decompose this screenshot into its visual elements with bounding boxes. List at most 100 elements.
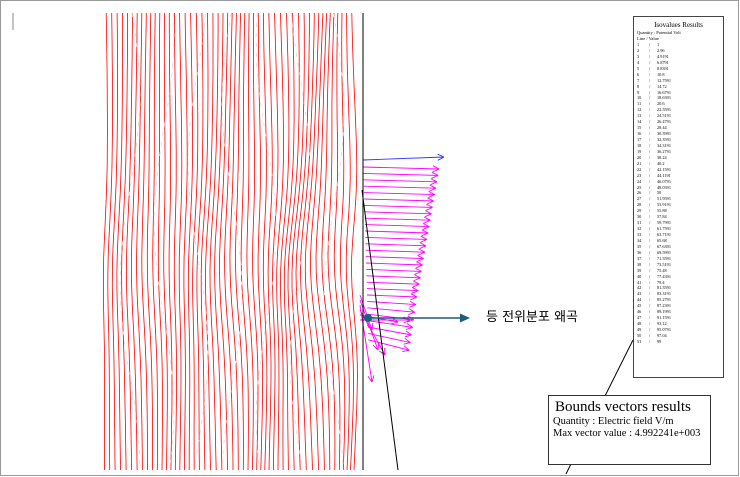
isoline	[141, 12, 148, 471]
isoline	[178, 12, 183, 471]
legend-row-value: 61.7591	[657, 226, 671, 232]
legend-row-value: 97.04	[657, 332, 667, 338]
isoline	[214, 12, 224, 471]
legend-row-value: 63.7191	[657, 232, 671, 237]
legend-row-value: 77.4391	[657, 273, 671, 279]
legend-row-value: 4.9191	[657, 53, 669, 59]
isoline	[163, 13, 168, 471]
legend-row-value: 18.6391	[657, 95, 671, 101]
isoline	[187, 12, 194, 470]
legend-row-value: 59.7991	[657, 220, 671, 226]
legend-row-value: 8.8391	[657, 65, 669, 71]
field-vector	[364, 197, 434, 205]
legend-row-value: 85.2791	[657, 297, 671, 303]
legend-row-value: 83.3191	[657, 291, 671, 297]
legend-row-value: 91.1591	[657, 315, 671, 321]
legend-row-value: 20.6	[657, 101, 665, 107]
field-vector	[363, 171, 439, 179]
legend-row-value: 57.84	[657, 214, 667, 220]
isoline	[300, 12, 315, 471]
distortion-annotation: 등 전위분포 왜곡	[486, 310, 578, 325]
isoline	[205, 12, 214, 471]
bounds-max-vector: Max vector value : 4.992241e+003	[553, 428, 701, 439]
bounds-title: Bounds vectors results	[555, 399, 691, 415]
vector-group	[359, 153, 445, 383]
field-vector	[359, 294, 374, 331]
legend-row-value: 26.4791	[657, 119, 671, 125]
legend-title: Isovalues Results	[654, 21, 703, 29]
isoline	[146, 12, 153, 471]
legend-row-value: 95.0791	[657, 327, 671, 332]
legend-row-value: 12.7591	[657, 77, 671, 83]
legend-quantity: Quantity : Potential Volt	[637, 30, 681, 35]
isoline	[173, 12, 178, 471]
isoline-group	[103, 12, 358, 471]
isoline	[103, 12, 108, 470]
isoline	[229, 12, 239, 471]
legend-row-value: 71.5591	[657, 255, 671, 261]
legend-row-value: 53.9191	[657, 202, 671, 208]
legend-row-value: 79.4	[657, 279, 665, 285]
field-vector	[367, 300, 417, 308]
legend-header: Line / Value	[637, 36, 659, 41]
distortion-marker	[364, 314, 372, 322]
legend-row-value: 24.5191	[657, 113, 671, 119]
legend-row-value: 51.9591	[657, 196, 671, 202]
isoline	[152, 12, 158, 471]
isoline	[262, 12, 268, 471]
legend-row-value: 93.12	[657, 321, 667, 327]
field-vector	[366, 267, 422, 275]
isoline	[209, 13, 219, 471]
legend-row-value: 73.5191	[657, 261, 671, 267]
bounds-vectors-panel: Bounds vectors results Quantity : Electr…	[548, 395, 711, 465]
isoline	[136, 12, 143, 471]
bounds-quantity: Quantity : Electric field V/m	[553, 416, 674, 427]
legend-row-value: 99	[657, 338, 662, 344]
isoline	[235, 12, 244, 471]
isoline	[168, 13, 173, 471]
field-vector	[367, 307, 416, 316]
legend-row-value: 46.0791	[657, 178, 671, 184]
field-vector	[364, 222, 430, 230]
field-vector	[364, 216, 431, 224]
field-vector	[365, 254, 424, 262]
field-vector	[363, 165, 440, 173]
legend-row-value: 67.6391	[657, 243, 671, 249]
legend-row-value: 1	[657, 42, 660, 47]
field-vector	[368, 332, 411, 345]
field-vector	[365, 235, 428, 243]
field-vector	[365, 248, 426, 256]
isoline	[157, 12, 163, 471]
legend-row-value: 65.68	[657, 237, 667, 243]
isoline	[111, 12, 118, 471]
isoline	[107, 12, 113, 471]
isoline	[257, 12, 264, 471]
legend-row-value: 34.3191	[657, 142, 671, 148]
legend-row-value: 2.96	[657, 47, 665, 53]
legend-row-value: 38.24	[657, 154, 667, 160]
field-vector	[365, 229, 429, 237]
legend-row-value: 44.1191	[657, 172, 671, 178]
max-vector-arrow	[362, 153, 445, 161]
isovalues-legend: Isovalues Results Quantity : Potential V…	[633, 16, 724, 378]
legend-row-sep: /	[649, 338, 651, 344]
field-vector	[363, 191, 435, 198]
legend-row-value: 30.3991	[657, 131, 671, 137]
isoline	[219, 12, 229, 471]
isoline	[267, 12, 273, 471]
field-vector	[366, 274, 421, 282]
isoline	[183, 12, 188, 471]
field-vector	[364, 203, 433, 211]
legend-row-value: 10.8	[657, 71, 665, 77]
legend-row-value: 22.5591	[657, 107, 671, 113]
isoline	[272, 12, 279, 471]
legend-row-value: 40.2	[657, 160, 665, 166]
annotation-arrow-head	[460, 313, 470, 323]
legend-row-value: 48.0391	[657, 184, 671, 190]
legend-row-value: 89.1991	[657, 309, 671, 315]
legend-row-value: 50	[657, 190, 662, 196]
field-vector	[359, 309, 386, 356]
field-vector	[367, 293, 418, 301]
legend-row-value: 6.8791	[657, 59, 669, 65]
legend-rows: 1/1 2/2.96 3/4.9191 4/6.8791 5/8.8391 6/10.8 7…	[637, 42, 723, 345]
